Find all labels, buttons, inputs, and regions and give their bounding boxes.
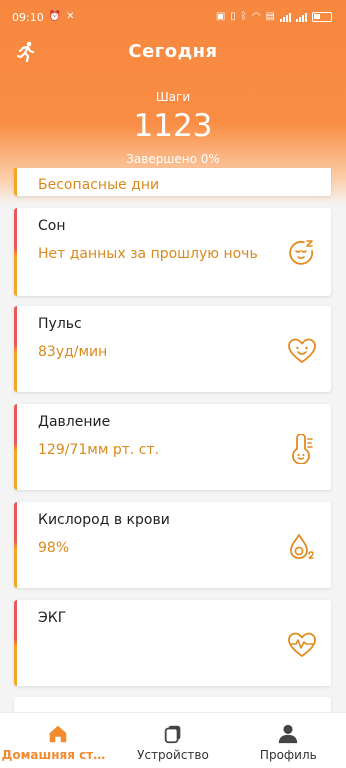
alarm-icon: ⏰ xyxy=(48,11,62,22)
bluetooth-icon: ᛒ xyxy=(240,11,247,22)
app-screen: 09:10 ⏰ ✕ ▣ ▯ ᛒ ◠ ▤ Сегодня Шаги 1123 За… xyxy=(0,0,346,768)
status-time: 09:10 xyxy=(12,10,44,24)
heart-face-icon xyxy=(288,338,316,363)
nav-device[interactable]: Устройство xyxy=(115,713,230,768)
card-accent xyxy=(14,306,17,392)
safe-days-card[interactable]: Бесопасные дни xyxy=(14,168,331,196)
page-title: Сегодня xyxy=(128,41,218,62)
steps-value[interactable]: 1123 xyxy=(0,108,346,144)
wifi-icon: ◠ xyxy=(251,11,261,22)
sleep-card[interactable]: Сон Нет данных за прошлую ночь xyxy=(14,208,331,296)
steps-complete: Завершено 0% xyxy=(126,152,220,166)
nav-profile-label: Профиль xyxy=(259,748,317,762)
nav-home-label: Домашняя стр... xyxy=(1,748,114,762)
pulse-title: Пульс xyxy=(38,316,82,332)
ecg-heart-icon xyxy=(288,632,316,657)
oxygen-card[interactable]: Кислород в крови 98% xyxy=(14,502,331,588)
nfc-icon: ▣ xyxy=(215,11,226,22)
home-icon xyxy=(49,725,66,743)
oxygen-drop-icon xyxy=(290,534,314,559)
mute-icon: ✕ xyxy=(66,11,75,22)
steps-label: Шаги xyxy=(155,90,191,104)
battery-icon xyxy=(312,12,332,22)
pressure-card[interactable]: Давление 129/71мм рт. ст. xyxy=(14,404,331,490)
volte-icon: ▤ xyxy=(265,11,275,22)
oxygen-value: 98% xyxy=(38,540,70,556)
ecg-card[interactable]: ЭКГ xyxy=(14,600,331,686)
signal-icon-2 xyxy=(296,12,307,22)
nav-profile[interactable]: Профиль xyxy=(231,713,346,768)
ecg-title: ЭКГ xyxy=(38,610,67,626)
sleep-title: Сон xyxy=(38,218,66,234)
card-accent xyxy=(14,208,17,296)
sleep-face-icon xyxy=(289,240,314,265)
profile-icon xyxy=(279,724,298,744)
signal-icon xyxy=(280,12,291,22)
pressure-value: 129/71мм рт. ст. xyxy=(38,442,160,458)
safe-days-label: Бесопасные дни xyxy=(38,177,160,193)
status-left: 09:10 ⏰ ✕ xyxy=(12,11,75,24)
pulse-card[interactable]: Пульс 83уд/мин xyxy=(14,306,331,392)
sleep-value: Нет данных за прошлую ночь xyxy=(38,246,258,262)
pressure-title: Давление xyxy=(38,414,111,430)
card-accent xyxy=(14,502,17,588)
nav-home[interactable]: Домашняя стр... xyxy=(0,713,115,768)
vibrate-icon: ▯ xyxy=(230,11,236,22)
pulse-value: 83уд/мин xyxy=(38,344,108,360)
oxygen-title: Кислород в крови xyxy=(38,512,170,528)
bottom-nav: Домашняя стр... Устройство Профиль xyxy=(0,712,346,768)
card-accent xyxy=(14,404,17,490)
card-accent xyxy=(14,168,17,196)
thermometer-face-icon xyxy=(292,434,313,464)
card-accent xyxy=(14,600,17,686)
status-right: ▣ ▯ ᛒ ◠ ▤ xyxy=(216,12,332,22)
status-bar: 09:10 ⏰ ✕ ▣ ▯ ᛒ ◠ ▤ xyxy=(0,0,346,34)
nav-device-label: Устройство xyxy=(137,748,209,762)
device-icon xyxy=(164,725,181,744)
